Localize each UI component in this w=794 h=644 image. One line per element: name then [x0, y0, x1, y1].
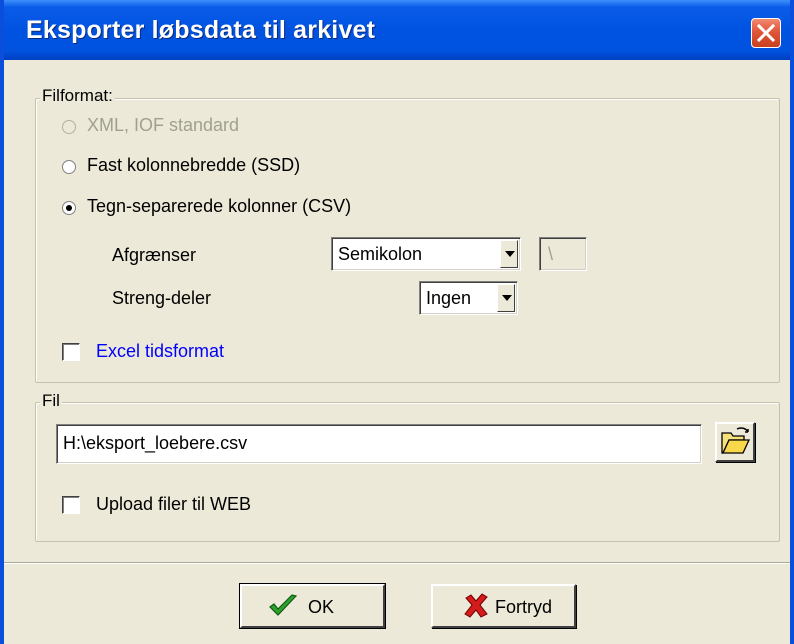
- x-icon: [464, 593, 488, 618]
- radio-xml-label: XML, IOF standard: [87, 115, 240, 135]
- file-path-value: H:\eksport_loebere.csv: [63, 433, 248, 453]
- filformat-group-label: Filformat:: [40, 86, 115, 106]
- window-title: Eksporter løbsdata til arkivet: [26, 16, 376, 44]
- chevron-down-icon[interactable]: [497, 284, 515, 312]
- cancel-button[interactable]: Fortryd: [431, 584, 576, 628]
- afgraenser-dropdown[interactable]: Semikolon: [331, 237, 521, 271]
- upload-checkbox[interactable]: [62, 496, 80, 514]
- fil-group: [35, 402, 780, 542]
- fil-group-label: Fil: [40, 391, 62, 411]
- radio-selected-dot: [66, 205, 72, 211]
- radio-ssd-label: Fast kolonnebredde (SSD): [87, 155, 301, 175]
- excel-checkbox-label: Excel tidsformat: [96, 341, 225, 361]
- cancel-button-label: Fortryd: [495, 597, 553, 617]
- radio-xml[interactable]: [62, 120, 76, 134]
- chevron-down-icon[interactable]: [500, 240, 518, 268]
- custom-separator-input[interactable]: \: [539, 237, 587, 271]
- radio-csv[interactable]: [62, 201, 76, 215]
- excel-checkbox[interactable]: [62, 343, 80, 361]
- export-dialog: Eksporter løbsdata til arkivet Filformat…: [0, 0, 794, 644]
- radio-ssd[interactable]: [62, 160, 76, 174]
- radio-csv-label: Tegn-separerede kolonner (CSV): [87, 196, 352, 216]
- custom-separator-value: \: [548, 244, 554, 264]
- close-icon: [756, 23, 776, 43]
- browse-button[interactable]: [715, 422, 755, 462]
- file-path-input[interactable]: H:\eksport_loebere.csv: [56, 424, 702, 464]
- strengdeler-value: Ingen: [426, 288, 472, 308]
- folder-open-icon: [721, 427, 751, 454]
- checkmark-icon: [269, 594, 298, 616]
- title-bar[interactable]: Eksporter løbsdata til arkivet: [4, 0, 790, 60]
- ok-button[interactable]: OK: [239, 583, 386, 629]
- ok-button-label: OK: [308, 597, 335, 617]
- strengdeler-label: Streng-deler: [112, 288, 212, 308]
- separator: [4, 562, 790, 564]
- upload-checkbox-label: Upload filer til WEB: [96, 494, 252, 514]
- close-button[interactable]: [751, 18, 781, 48]
- afgraenser-label: Afgrænser: [112, 245, 197, 265]
- afgraenser-value: Semikolon: [338, 244, 423, 264]
- strengdeler-dropdown[interactable]: Ingen: [419, 281, 518, 315]
